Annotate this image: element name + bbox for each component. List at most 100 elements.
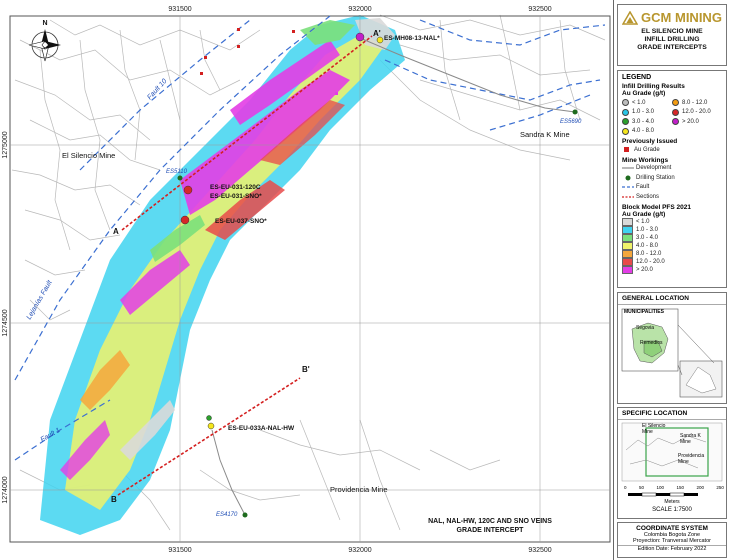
sandra-label: Sandra K Mine (680, 433, 701, 445)
grid-y-label: 1275000 (2, 131, 9, 158)
grade-swatch-icon (622, 241, 633, 250)
map-caption-line2: GRADE INTERCEPT (457, 527, 525, 534)
grade-dot-icon (622, 127, 629, 135)
scale-tick: 200 (696, 485, 704, 490)
grade-swatch-icon (622, 249, 633, 258)
grid-y-label: 1274000 (2, 476, 9, 503)
grid-x-label: 932500 (528, 6, 551, 13)
legend-item: 8.0 - 12.0 (622, 249, 722, 258)
coords-heading: COORDINATE SYSTEM (636, 525, 708, 532)
legend-item: 3.0 - 4.0 (622, 233, 722, 242)
section-line-icon (622, 196, 634, 198)
development-line-icon (622, 167, 634, 169)
segovia-label: Segovia (636, 325, 655, 331)
scale-tick: 50 (638, 485, 644, 490)
grade-dot-icon (622, 99, 629, 107)
coords-line2: Proyection: Tranversal Mercator (633, 538, 711, 544)
scale-ticks: 0 50 100 150 200 250 (624, 485, 724, 490)
gcm-logo-icon (622, 10, 639, 25)
section-label: B (111, 495, 117, 504)
drillhole-marker[interactable] (355, 32, 365, 42)
section-label: A (113, 227, 119, 236)
panel-title-line: INFILL DRILLING (644, 36, 700, 43)
legend-item: Fault (622, 183, 722, 193)
grade-dot-icon (672, 108, 679, 116)
infill-heading: Infill Drilling Results (622, 83, 685, 90)
side-panel: GCM MINING EL SILENCIO MINE INFILL DRILL… (613, 0, 730, 560)
grade-swatch-icon (622, 233, 633, 242)
grid-y-label: 1274500 (2, 309, 9, 336)
meters-label: Meters (664, 499, 680, 505)
scale-label: SCALE 1:7500 (652, 507, 692, 513)
grade-swatch-icon (622, 257, 633, 266)
drillhole-marker[interactable] (206, 415, 212, 421)
drillhole-marker[interactable] (183, 185, 193, 195)
legend-item: Development (622, 164, 722, 174)
infill-au-grade-label: Au Grade (g/t) (622, 90, 666, 97)
drillhole-marker[interactable] (376, 36, 384, 44)
scale-tick: 100 (656, 485, 664, 490)
au-grade-square-icon (624, 147, 629, 153)
drilling-station-icon (177, 175, 183, 181)
legend-item: 4.0 - 8.0 (622, 241, 722, 250)
workings-heading: Mine Workings (622, 156, 669, 164)
legend-item: 3.0 - 4.0 (622, 117, 672, 127)
station-label: ES5110 (166, 169, 188, 175)
coordinate-system-box: COORDINATE SYSTEM Colombia Bogota Zone P… (617, 522, 727, 558)
general-location-heading: GENERAL LOCATION (618, 293, 726, 305)
scale-tick: 150 (676, 485, 684, 490)
drillhole-label: ES-EU-031-SNO* (210, 193, 262, 200)
grade-dot-icon (622, 118, 629, 126)
drillhole-label: ES-EU-037-SNO* (215, 218, 267, 225)
legend-item: 12.0 - 20.0 (622, 257, 722, 266)
scale-tick: 250 (716, 485, 724, 490)
legend-box: LEGEND Infill Drilling Results Au Grade … (617, 70, 727, 288)
prev-heading: Previously Issued (622, 138, 678, 145)
legend-item: > 20.0 (672, 117, 722, 127)
legend-item: 4.0 - 8.0 (622, 127, 672, 137)
scale-tick: 0 (624, 485, 627, 490)
block-au-grade-label: Au Grade (g/t) (622, 210, 666, 218)
block-legend: < 1.0 1.0 - 3.0 3.0 - 4.0 4.0 - 8.0 8.0 … (622, 217, 722, 274)
drillhole-marker[interactable] (180, 215, 190, 225)
drilling-station-icon (242, 512, 248, 518)
station-label: ES4170 (216, 512, 238, 518)
panel-title-line: GRADE INTERCEPTS (637, 44, 707, 51)
grade-dot-icon (672, 118, 679, 126)
legend-item: 1.0 - 3.0 (622, 108, 672, 118)
legend-item: < 1.0 (622, 217, 722, 226)
edition-date: Edition Date: February 2022 (618, 545, 726, 552)
providencia-label: Providencia Mine (678, 453, 705, 465)
section-label: A' (373, 29, 381, 38)
legend-item: Drilling Station (622, 173, 722, 183)
drillhole-label: ES-MH08-13-NAL* (384, 35, 440, 42)
drillhole-marker[interactable] (207, 422, 215, 430)
map-area[interactable]: 931500 932000 932500 931500 932000 93250… (0, 0, 613, 560)
grid-x-label: 931500 (168, 6, 191, 13)
grid-x-label: 932500 (528, 547, 551, 554)
drilling-station-icon (625, 175, 631, 181)
grade-dot-icon (672, 99, 679, 107)
map-caption-line1: NAL, NAL-HW, 120C AND SNO VEINS (428, 518, 552, 525)
grade-swatch-icon (622, 265, 633, 274)
grade-swatch-icon (622, 225, 633, 234)
legend-item: < 1.0 (622, 98, 672, 108)
general-location-map (621, 308, 723, 398)
specific-location-heading: SPECIFIC LOCATION (618, 408, 726, 420)
legend-item: 12.0 - 20.0 (672, 108, 722, 118)
mine-label: Sandra K Mine (520, 130, 570, 139)
drilling-station-icon (572, 109, 578, 115)
drillhole-label: ES-EU-033A-NAL-HW (228, 425, 295, 432)
grid-x-label: 932000 (348, 6, 371, 13)
grid-x-label: 932000 (348, 547, 371, 554)
grade-swatch-icon (622, 217, 633, 226)
section-label: B' (302, 365, 310, 374)
legend-item: > 20.0 (622, 265, 722, 274)
grade-dot-icon (622, 108, 629, 116)
block-heading: Block Model PFS 2021 (622, 203, 691, 211)
legend-item: Sections (622, 192, 722, 202)
legend-item: Au Grade (622, 145, 722, 155)
panel-title-line: EL SILENCIO MINE (641, 28, 703, 35)
brand-name: GCM MINING (641, 10, 722, 25)
municipalities-label: MUNICIPALITIES (624, 309, 664, 315)
